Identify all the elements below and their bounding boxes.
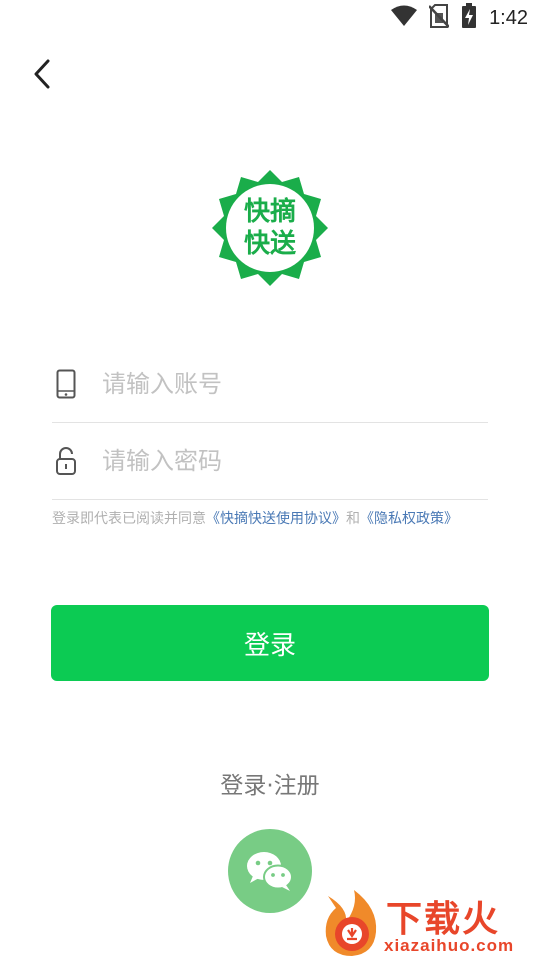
watermark-title: 下载火 bbox=[386, 899, 501, 940]
logo-line-2: 快送 bbox=[243, 229, 296, 259]
app-logo: 快摘 快送 bbox=[210, 168, 330, 288]
login-button[interactable]: 登录 bbox=[51, 605, 489, 681]
password-field bbox=[52, 423, 488, 500]
battery-charging-icon bbox=[461, 3, 477, 33]
logo-line-1: 快摘 bbox=[243, 197, 296, 227]
back-button[interactable] bbox=[22, 54, 62, 94]
terms-link[interactable]: 《快摘快送使用协议》 bbox=[206, 511, 346, 527]
status-icons: 1:42 bbox=[391, 3, 528, 33]
watermark-logo: 下载火 xiazaihuo.com bbox=[318, 888, 540, 960]
chevron-left-icon bbox=[34, 59, 50, 89]
agreement-text: 登录即代表已阅读并同意《快摘快送使用协议》和《隐私权政策》 bbox=[52, 508, 512, 528]
unlock-icon bbox=[52, 441, 80, 481]
wechat-login-button[interactable] bbox=[228, 829, 312, 913]
account-input[interactable] bbox=[100, 369, 464, 399]
logo-text: 快摘 快送 bbox=[210, 168, 330, 288]
privacy-link[interactable]: 《隐私权政策》 bbox=[360, 511, 458, 527]
login-register-label: 登录·注册 bbox=[220, 773, 320, 799]
status-time: 1:42 bbox=[489, 6, 528, 29]
password-input[interactable] bbox=[100, 446, 464, 476]
status-bar: 1:42 bbox=[0, 0, 540, 36]
no-sim-icon bbox=[428, 4, 450, 32]
flame-logo-icon bbox=[325, 890, 377, 956]
account-field bbox=[52, 346, 488, 423]
watermark-subtitle: xiazaihuo.com bbox=[384, 936, 515, 955]
agreement-prefix: 登录即代表已阅读并同意 bbox=[52, 511, 206, 527]
wifi-icon bbox=[391, 5, 418, 31]
phone-icon bbox=[52, 364, 80, 404]
agreement-joiner: 和 bbox=[346, 511, 360, 527]
wechat-icon bbox=[247, 852, 293, 891]
